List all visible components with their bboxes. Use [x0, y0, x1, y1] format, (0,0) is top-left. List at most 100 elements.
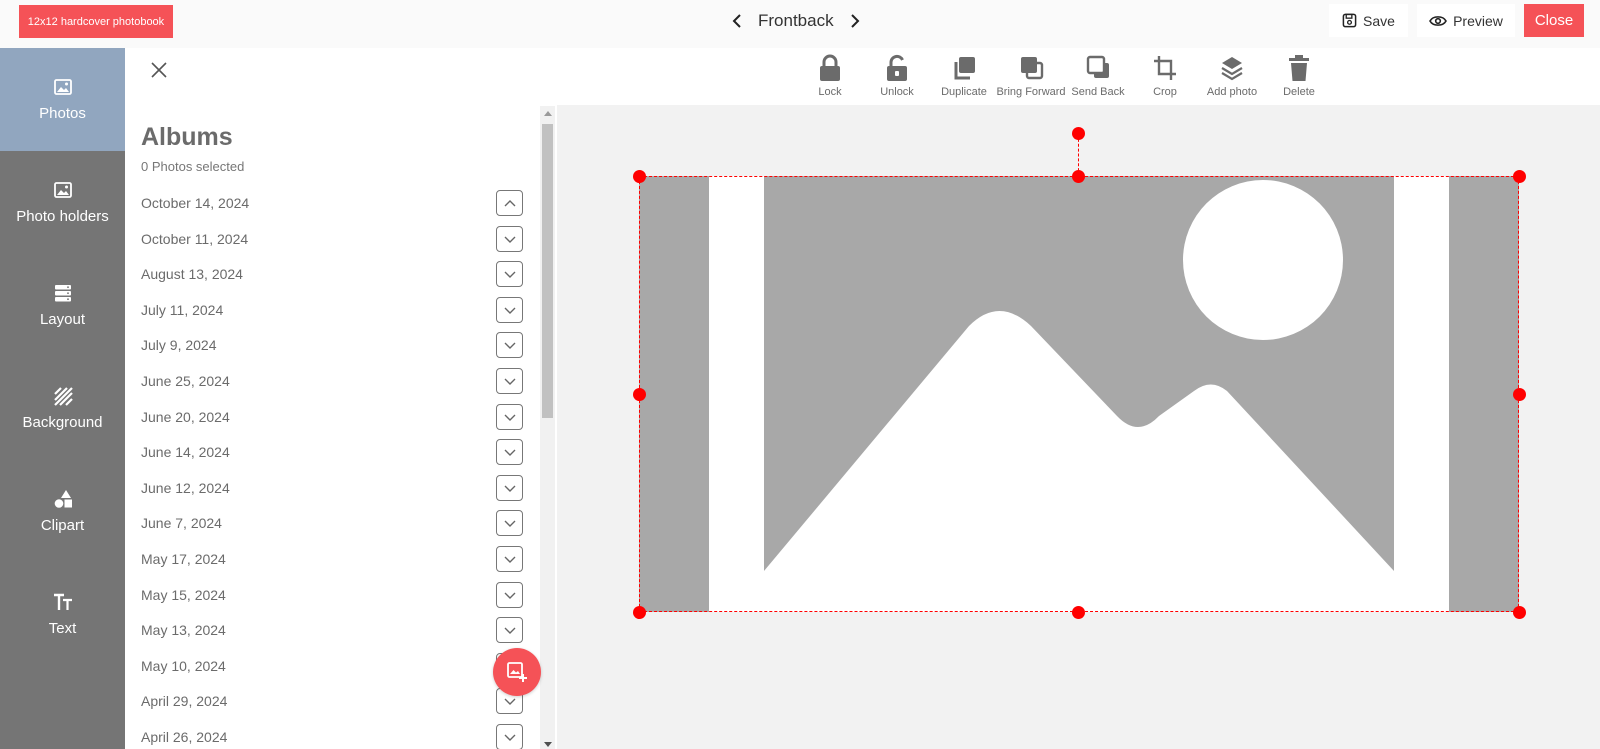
expand-album-button[interactable] [496, 332, 523, 358]
design-canvas[interactable] [557, 105, 1600, 749]
album-date: August 13, 2024 [141, 266, 243, 282]
album-row[interactable]: June 12, 2024 [141, 473, 523, 503]
sidebar-item-clipart[interactable]: Clipart [0, 460, 125, 563]
resize-handle-left[interactable] [633, 388, 646, 401]
album-date: June 12, 2024 [141, 480, 230, 496]
rotate-handle[interactable] [1072, 127, 1085, 140]
chevron-down-icon [504, 378, 515, 385]
scrollbar-thumb[interactable] [542, 124, 553, 418]
expand-album-button[interactable] [496, 404, 523, 430]
photos-selected-count: 0 Photos selected [141, 159, 245, 174]
album-date: June 7, 2024 [141, 515, 222, 531]
duplicate-button[interactable]: Duplicate [929, 54, 999, 104]
lock-icon [820, 54, 840, 81]
image-placeholder-icon [709, 176, 1449, 612]
album-row[interactable]: June 14, 2024 [141, 437, 523, 467]
album-row[interactable]: August 13, 2024 [141, 259, 523, 289]
sidebar-item-background[interactable]: Background [0, 357, 125, 460]
unlock-button[interactable]: Unlock [862, 54, 932, 104]
album-date: May 15, 2024 [141, 587, 226, 603]
unlock-icon [887, 54, 907, 81]
chevron-left-icon [732, 14, 741, 28]
duplicate-label: Duplicate [941, 86, 987, 98]
save-button[interactable]: Save [1329, 4, 1408, 37]
close-button[interactable]: Close [1524, 4, 1584, 37]
duplicate-icon [954, 57, 975, 80]
chevron-down-icon [504, 520, 515, 527]
sidebar-item-label: Layout [39, 311, 86, 328]
album-row[interactable]: June 20, 2024 [141, 402, 523, 432]
expand-album-button[interactable] [496, 261, 523, 287]
albums-scrollbar[interactable] [540, 106, 555, 749]
expand-album-button[interactable] [496, 724, 523, 749]
next-page-button[interactable] [848, 14, 862, 28]
sidebar-item-photo-holders[interactable]: Photo holders [0, 151, 125, 254]
chevron-down-icon [504, 627, 515, 634]
upload-photo-button[interactable] [493, 648, 541, 696]
expand-album-button[interactable] [496, 546, 523, 572]
close-icon [151, 62, 167, 78]
unlock-label: Unlock [880, 86, 914, 98]
resize-handle-bottom-right[interactable] [1513, 606, 1526, 619]
albums-panel: Albums 0 Photos selected October 14, 202… [125, 48, 557, 749]
photobook-editor: 12x12 hardcover photobook Frontback Save… [0, 0, 1600, 749]
resize-handle-bottom-left[interactable] [633, 606, 646, 619]
text-size-icon [53, 593, 72, 610]
scroll-down-arrow-icon[interactable] [544, 742, 552, 747]
album-date: May 10, 2024 [141, 658, 226, 674]
album-row[interactable]: June 7, 2024 [141, 508, 523, 538]
album-row[interactable]: October 14, 2024 [141, 188, 523, 218]
panel-close-button[interactable] [149, 60, 169, 80]
resize-handle-top[interactable] [1072, 170, 1085, 183]
expand-album-button[interactable] [496, 226, 523, 252]
preview-button[interactable]: Preview [1417, 4, 1515, 37]
expand-album-button[interactable] [496, 475, 523, 501]
collapse-album-button[interactable] [496, 190, 523, 216]
sidebar-item-text[interactable]: Text [0, 563, 125, 666]
expand-album-button[interactable] [496, 617, 523, 643]
resize-handle-right[interactable] [1513, 388, 1526, 401]
bring-forward-icon [1021, 57, 1044, 80]
expand-album-button[interactable] [496, 582, 523, 608]
album-row[interactable]: June 25, 2024 [141, 366, 523, 396]
chevron-down-icon [504, 698, 515, 705]
album-row[interactable]: May 15, 2024 [141, 580, 523, 610]
expand-album-button[interactable] [496, 297, 523, 323]
send-back-button[interactable]: Send Back [1063, 54, 1133, 104]
resize-handle-bottom[interactable] [1072, 606, 1085, 619]
add-photo-button[interactable]: Add photo [1197, 54, 1267, 104]
resize-handle-top-left[interactable] [633, 170, 646, 183]
album-row[interactable]: April 26, 2024 [141, 722, 523, 749]
previous-page-button[interactable] [730, 14, 744, 28]
photo-icon [53, 79, 72, 95]
delete-button[interactable]: Delete [1264, 54, 1334, 104]
sidebar-item-layout[interactable]: Layout [0, 254, 125, 357]
sidebar-item-photos[interactable]: Photos [0, 48, 125, 151]
album-row[interactable]: July 11, 2024 [141, 295, 523, 325]
chevron-down-icon [504, 414, 515, 421]
sidebar-item-label: Background [22, 414, 103, 431]
chevron-down-icon [504, 556, 515, 563]
product-badge[interactable]: 12x12 hardcover photobook [19, 5, 173, 38]
bring-forward-label: Bring Forward [996, 86, 1066, 98]
album-row[interactable]: April 29, 2024 [141, 686, 523, 716]
crop-label: Crop [1153, 86, 1177, 98]
album-row[interactable]: October 11, 2024 [141, 224, 523, 254]
album-row[interactable]: May 10, 2024 [141, 651, 523, 681]
lock-button[interactable]: Lock [795, 54, 865, 104]
photo-placeholder[interactable] [639, 176, 1519, 612]
album-row[interactable]: May 17, 2024 [141, 544, 523, 574]
resize-handle-top-right[interactable] [1513, 170, 1526, 183]
crop-button[interactable]: Crop [1130, 54, 1200, 104]
scroll-up-arrow-icon[interactable] [544, 111, 552, 116]
bring-forward-button[interactable]: Bring Forward [996, 54, 1066, 104]
chevron-down-icon [504, 236, 515, 243]
album-row[interactable]: May 13, 2024 [141, 615, 523, 645]
expand-album-button[interactable] [496, 510, 523, 536]
expand-album-button[interactable] [496, 439, 523, 465]
album-row[interactable]: July 9, 2024 [141, 330, 523, 360]
send-back-icon [1086, 55, 1109, 78]
shapes-icon [54, 490, 72, 508]
expand-album-button[interactable] [496, 368, 523, 394]
chevron-down-icon [504, 271, 515, 278]
